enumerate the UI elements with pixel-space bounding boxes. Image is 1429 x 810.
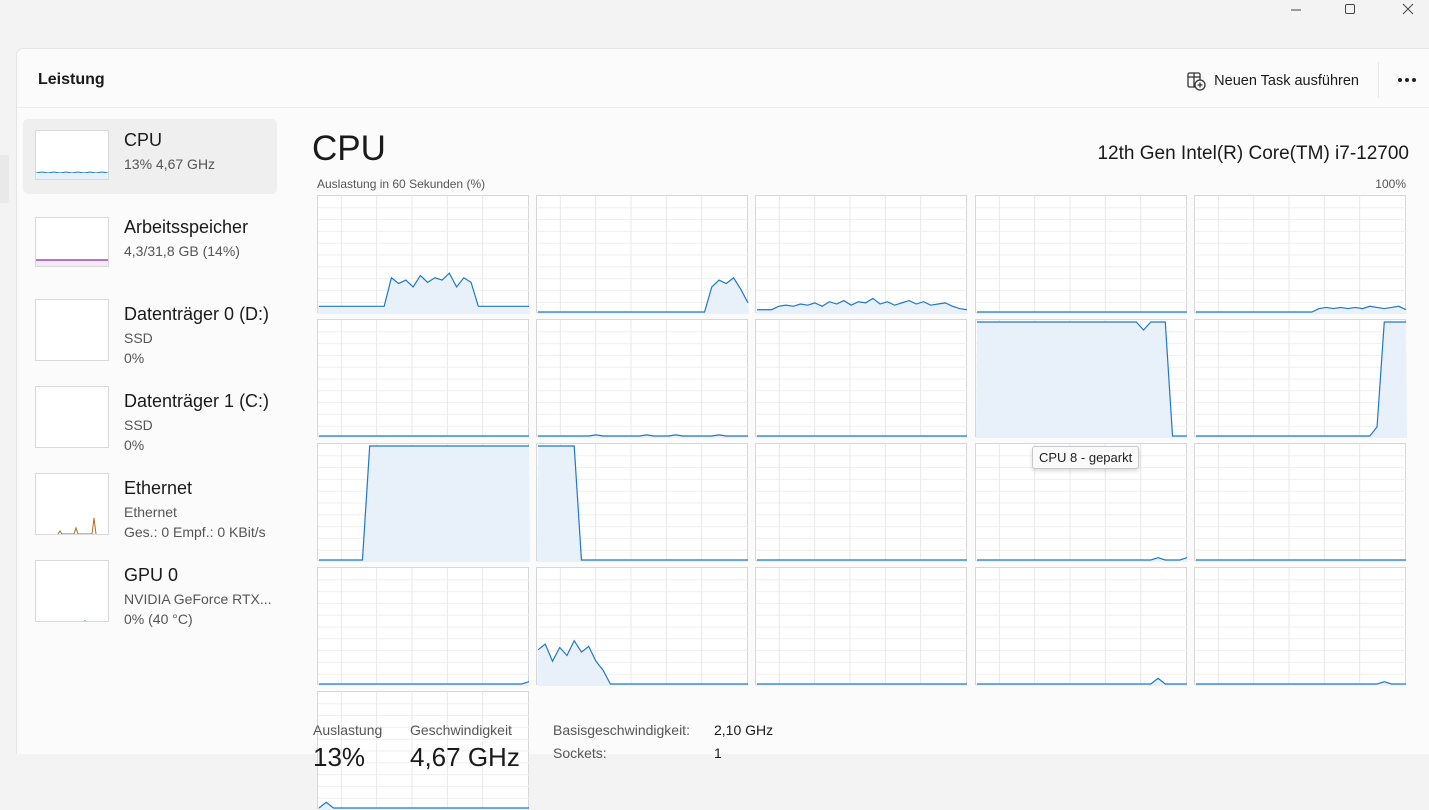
sidebar-item-detail: 0% (124, 437, 145, 453)
sockets-value: 1 (714, 745, 722, 761)
sidebar-item-detail: 4,3/31,8 GB (14%) (124, 243, 240, 259)
base-speed-label: Basisgeschwindigkeit: (553, 722, 690, 738)
more-options-button[interactable] (1395, 68, 1419, 92)
performance-panel: Leistung Neuen Task ausführen CPU 13% 4,… (16, 48, 1429, 810)
sidebar-item-label: Ethernet (124, 478, 193, 498)
cpu-thumbnail (35, 130, 109, 180)
cpu-core-graphs (317, 195, 1407, 810)
sidebar-item-memory[interactable]: Arbeitsspeicher 4,3/31,8 GB (14%) (23, 206, 277, 281)
core-usage-area (537, 277, 750, 314)
core-tooltip: CPU 8 - geparkt (1032, 446, 1140, 469)
core-graph[interactable] (1193, 567, 1407, 686)
new-task-icon (1187, 72, 1206, 91)
core-graph[interactable] (755, 443, 969, 562)
chart-axis-label: Auslastung in 60 Sekunden (%) (317, 177, 486, 191)
sidebar-item-gpu[interactable]: GPU 0 NVIDIA GeForce RTX... 0% (40 °C) (23, 554, 277, 629)
core-graph[interactable] (1193, 319, 1407, 438)
core-usage-line (1195, 681, 1406, 685)
run-new-task-label: Neuen Task ausführen (1214, 73, 1359, 89)
run-new-task-button[interactable]: Neuen Task ausführen (1186, 71, 1359, 91)
core-graph[interactable] (317, 567, 530, 686)
core-graph[interactable] (536, 443, 750, 562)
gpu-thumbnail (35, 560, 109, 622)
disk-1-thumbnail (35, 386, 109, 448)
sidebar-item-type: Ethernet (124, 504, 177, 520)
memory-thumbnail (35, 217, 109, 267)
core-graph[interactable] (755, 195, 969, 314)
core-graph[interactable] (1193, 443, 1407, 562)
core-graph[interactable] (536, 567, 750, 686)
sidebar-item-type: SSD (124, 330, 153, 346)
core-usage-area (975, 322, 1188, 438)
core-graph[interactable] (317, 195, 530, 314)
utilization-label: Auslastung (313, 722, 383, 738)
sidebar-item-detail: 13% 4,67 GHz (124, 156, 216, 172)
core-usage-area (537, 446, 750, 562)
sidebar-item-label: GPU 0 (124, 565, 179, 585)
core-usage-line (319, 681, 530, 685)
core-usage-area (318, 802, 530, 810)
core-usage-area (756, 298, 969, 314)
disk-0-thumbnail (35, 299, 109, 361)
core-graph[interactable] (317, 319, 530, 438)
cpu-model: 12th Gen Intel(R) Core(TM) i7-12700 (1097, 143, 1409, 164)
sidebar-item-disk-1[interactable]: Datenträger 1 (C:) SSD 0% (23, 380, 277, 455)
close-icon (1402, 3, 1414, 15)
sidebar-item-label: Arbeitsspeicher (124, 217, 249, 237)
core-usage-line (318, 801, 529, 809)
chart-axis-max: 100% (1375, 177, 1406, 191)
maximize-icon (1345, 4, 1355, 14)
core-graph[interactable] (755, 319, 969, 438)
cpu-details: CPU 12th Gen Intel(R) Core(TM) i7-12700 … (312, 119, 1429, 810)
core-graph[interactable] (755, 567, 969, 686)
utilization-value: 13% (313, 742, 366, 772)
core-usage-area (318, 446, 530, 562)
speed-label: Geschwindigkeit (410, 722, 512, 738)
sidebar-item-detail: Ges.: 0 Empf.: 0 KBit/s (124, 524, 266, 540)
core-graph[interactable] (974, 567, 1188, 686)
core-graph[interactable] (536, 195, 750, 314)
sidebar-item-detail: 0% (40 °C) (124, 611, 193, 627)
more-icon (1398, 78, 1416, 82)
core-graph[interactable] (974, 319, 1188, 438)
sidebar-item-type: SSD (124, 417, 153, 433)
core-usage-area (1194, 322, 1407, 438)
core-graph[interactable] (536, 319, 750, 438)
ethernet-thumbnail (35, 473, 109, 535)
header-divider (1378, 62, 1379, 98)
resource-sidebar: CPU 13% 4,67 GHz Arbeitsspeicher 4,3/31,… (23, 119, 277, 641)
sidebar-item-label: Datenträger 0 (D:) (124, 304, 270, 324)
close-button[interactable] (1385, 0, 1429, 18)
sidebar-item-detail: 0% (124, 350, 145, 366)
maximize-button[interactable] (1327, 0, 1373, 18)
core-graph[interactable] (1193, 195, 1407, 314)
sidebar-item-cpu[interactable]: CPU 13% 4,67 GHz (23, 119, 277, 194)
base-speed-value: 2,10 GHz (714, 722, 774, 738)
minimize-icon (1291, 9, 1301, 11)
resource-title: CPU (312, 129, 386, 168)
speed-value: 4,67 GHz (410, 742, 520, 772)
core-usage-line (538, 434, 749, 437)
sidebar-item-disk-0[interactable]: Datenträger 0 (D:) SSD 0% (23, 293, 277, 368)
sockets-label: Sockets: (553, 745, 607, 761)
sidebar-item-ethernet[interactable]: Ethernet Ethernet Ges.: 0 Empf.: 0 KBit/… (23, 467, 277, 542)
minimize-button[interactable] (1273, 0, 1319, 18)
header-bar: Leistung Neuen Task ausführen (17, 49, 1429, 108)
core-graph[interactable] (317, 443, 530, 562)
core-graph[interactable] (974, 195, 1188, 314)
sidebar-item-label: Datenträger 1 (C:) (124, 391, 270, 411)
nav-edge (0, 155, 9, 203)
core-usage-area (537, 640, 750, 686)
sidebar-item-label: CPU (124, 130, 163, 150)
page-title: Leistung (38, 71, 105, 88)
sidebar-item-type: NVIDIA GeForce RTX... (124, 591, 272, 607)
